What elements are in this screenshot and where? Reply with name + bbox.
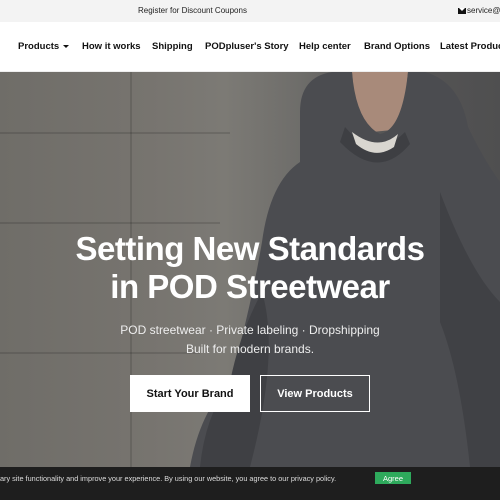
contact-email[interactable]: service@p [458,6,500,15]
mail-icon [458,7,466,14]
contact-email-text: service@p [467,6,500,15]
hero-subtitle: POD streetwear · Private labeling · Drop… [0,321,500,359]
nav-help-center[interactable]: Help center [299,41,351,52]
nav-story[interactable]: PODpluser's Story [205,41,289,52]
start-your-brand-button[interactable]: Start Your Brand [130,375,250,412]
main-nav: Products How it works Shipping PODpluser… [0,22,500,72]
nav-brand-options[interactable]: Brand Options [364,41,430,52]
hero-title: Setting New Standards in POD Streetwear [0,230,500,306]
hero-title-line-2: in POD Streetwear [110,268,390,305]
nav-how-it-works[interactable]: How it works [82,41,141,52]
agree-button[interactable]: Agree [375,472,411,484]
hero-title-line-1: Setting New Standards [75,230,425,267]
nav-latest-product[interactable]: Latest Product [440,41,500,52]
nav-shipping[interactable]: Shipping [152,41,193,52]
chevron-down-icon [63,44,70,48]
nav-products[interactable]: Products [18,41,70,52]
nav-products-label: Products [18,41,60,52]
hero-subtitle-line-2: Built for modern brands. [185,342,315,356]
hero-section: Setting New Standards in POD Streetwear … [0,72,500,467]
cookie-consent-bar: ary site functionality and improve your … [0,467,500,500]
view-products-button[interactable]: View Products [260,375,370,412]
announcement-bar: Register for Discount Coupons service@p [0,0,500,22]
cookie-consent-text: ary site functionality and improve your … [0,474,337,483]
hero-subtitle-line-1: POD streetwear · Private labeling · Drop… [120,323,380,337]
register-coupon-link[interactable]: Register for Discount Coupons [138,6,247,15]
